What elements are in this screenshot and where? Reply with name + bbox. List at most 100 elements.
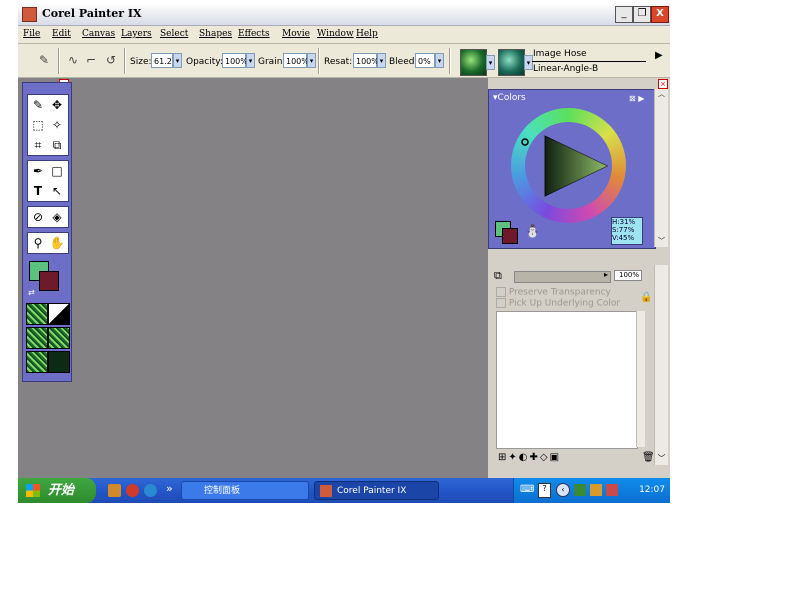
gradient-selector-icon[interactable] bbox=[48, 303, 70, 325]
canvas-workspace[interactable] bbox=[18, 78, 488, 478]
layer-commands-icon[interactable]: ⊞ bbox=[498, 452, 508, 463]
weaving-selector-icon[interactable] bbox=[48, 327, 70, 349]
layers-list[interactable] bbox=[496, 311, 638, 449]
selector-menu-arrow-icon[interactable]: ▶ bbox=[655, 50, 663, 61]
bleed-dropdown-arrow-icon[interactable]: ▾ bbox=[435, 53, 444, 68]
grabber-hand-icon[interactable]: ✋ bbox=[48, 234, 66, 252]
maximize-button[interactable]: ❐ bbox=[633, 6, 651, 23]
shape-selection-icon[interactable]: ↖ bbox=[48, 182, 66, 200]
lock-layer-icon[interactable]: 🔒 bbox=[640, 292, 652, 303]
brush-category-dropdown-icon[interactable]: ▾ bbox=[486, 55, 495, 70]
grain-label: Grain: bbox=[258, 57, 286, 67]
look-selector-icon[interactable] bbox=[48, 351, 70, 373]
dynamic-plugins-icon[interactable]: ✦ bbox=[508, 452, 518, 463]
menu-canvas[interactable]: Canvas bbox=[82, 29, 115, 39]
scroll-up-icon[interactable]: ︿ bbox=[655, 89, 668, 99]
menu-layers[interactable]: Layers bbox=[121, 29, 152, 39]
magic-wand-icon[interactable]: ✧ bbox=[48, 116, 66, 134]
task-corel-painter[interactable]: Corel Painter IX bbox=[314, 481, 439, 500]
grain-field[interactable]: 100% bbox=[283, 53, 309, 68]
additional-color-swatch[interactable] bbox=[39, 271, 59, 291]
text-tool-icon[interactable]: T bbox=[29, 182, 47, 200]
quicklaunch-app-icon[interactable] bbox=[108, 484, 121, 497]
opacity-field[interactable]: 100% bbox=[222, 53, 248, 68]
layers-list-scrollbar[interactable] bbox=[636, 311, 645, 447]
new-layer-icon[interactable]: ✚ bbox=[530, 452, 540, 463]
scroll-down-icon[interactable]: ﹀ bbox=[655, 236, 668, 246]
colors-panel-title: Colors bbox=[497, 93, 526, 103]
preserve-transparency-checkbox[interactable] bbox=[496, 287, 506, 297]
menu-file[interactable]: File bbox=[23, 29, 40, 39]
bleed-field[interactable]: 0% bbox=[415, 53, 435, 68]
brush-variant-dropdown-icon[interactable]: ▾ bbox=[524, 55, 533, 70]
help-icon[interactable]: ? bbox=[538, 483, 551, 498]
opacity-dropdown-arrow-icon[interactable]: ▾ bbox=[246, 53, 255, 68]
straight-line-stroke-icon[interactable]: ⌐ bbox=[83, 52, 99, 68]
layer-adjuster-tool-icon[interactable]: ✥ bbox=[48, 96, 66, 114]
pick-underlying-checkbox[interactable] bbox=[496, 298, 506, 308]
freehand-stroke-icon[interactable]: ∿ bbox=[65, 52, 81, 68]
painter-app-icon[interactable] bbox=[22, 7, 37, 22]
menu-effects[interactable]: Effects bbox=[238, 29, 270, 39]
start-button[interactable]: 开始 bbox=[18, 478, 96, 503]
colors-panel: ▾Colors ⊠ ▶ ⛄ H:31% S:77% V:45% bbox=[488, 89, 656, 249]
minimize-button[interactable]: _ bbox=[615, 6, 633, 23]
close-button[interactable]: X bbox=[651, 6, 669, 23]
layers-panel-scrollbar[interactable]: ﹀ bbox=[654, 265, 668, 465]
layer-effects-icon[interactable]: ◇ bbox=[540, 452, 550, 463]
title-bar[interactable]: Corel Painter IX _ ❐ X bbox=[18, 3, 670, 26]
delete-layer-icon[interactable]: 🗑 bbox=[642, 452, 655, 463]
palette-close-icon[interactable]: × bbox=[658, 79, 668, 89]
rectangular-selection-icon[interactable]: ⬚ bbox=[29, 116, 47, 134]
colors-additional-swatch[interactable] bbox=[502, 228, 518, 244]
brush-tool-icon[interactable]: ✎ bbox=[29, 96, 47, 114]
crop-tool-icon[interactable]: ⌗ bbox=[29, 136, 47, 154]
tray-security-icon[interactable] bbox=[590, 484, 602, 496]
task-control-panel[interactable]: 控制面板 bbox=[181, 481, 309, 500]
paint-bucket-icon[interactable]: ◈ bbox=[48, 208, 66, 226]
brush-category-icon[interactable] bbox=[460, 49, 487, 76]
resat-dropdown-arrow-icon[interactable]: ▾ bbox=[377, 53, 386, 68]
layer-opacity-field[interactable]: 100% bbox=[614, 270, 642, 281]
transform-tool-icon[interactable]: ⧉ bbox=[48, 136, 66, 154]
menu-help[interactable]: Help bbox=[356, 29, 378, 39]
layers-panel-icon[interactable]: ⧉ bbox=[494, 269, 502, 283]
quicklaunch-chevron-icon[interactable]: » bbox=[166, 482, 173, 495]
colors-panel-scrollbar[interactable]: ︿ ﹀ bbox=[654, 89, 668, 247]
brush-variant-icon[interactable] bbox=[498, 49, 525, 76]
brush-tool-icon[interactable]: ✎ bbox=[36, 52, 52, 68]
paper-selector-icon[interactable] bbox=[26, 303, 48, 325]
rectangle-shape-icon[interactable]: □ bbox=[48, 162, 66, 180]
menu-movie[interactable]: Movie bbox=[282, 29, 310, 39]
menu-select[interactable]: Select bbox=[160, 29, 188, 39]
new-layer-from-icon[interactable]: ▣ bbox=[550, 452, 561, 463]
size-field[interactable]: 61.2 bbox=[151, 53, 173, 68]
clone-color-icon[interactable]: ⛄ bbox=[525, 224, 540, 238]
pen-tool-icon[interactable]: ✒ bbox=[29, 162, 47, 180]
quicklaunch-browser-icon[interactable] bbox=[126, 484, 139, 497]
menu-window[interactable]: Window bbox=[317, 29, 354, 39]
menu-edit[interactable]: Edit bbox=[52, 29, 71, 39]
layers-scroll-down-icon[interactable]: ﹀ bbox=[655, 453, 668, 464]
magnifier-icon[interactable]: ⚲ bbox=[29, 234, 47, 252]
resat-field[interactable]: 100% bbox=[353, 53, 379, 68]
tray-expand-icon[interactable]: ‹ bbox=[556, 483, 570, 497]
keyboard-icon[interactable]: ⌨ bbox=[520, 484, 534, 495]
swap-colors-icon[interactable]: ⇄ bbox=[28, 288, 35, 297]
nozzle-selector-icon[interactable] bbox=[26, 351, 48, 373]
tray-volume-icon[interactable] bbox=[606, 484, 618, 496]
panel-menu-icon[interactable]: ⊠ ▶ bbox=[629, 94, 644, 103]
size-dropdown-arrow-icon[interactable]: ▾ bbox=[173, 53, 182, 68]
menu-shapes[interactable]: Shapes bbox=[199, 29, 232, 39]
pattern-selector-icon[interactable] bbox=[26, 327, 48, 349]
reset-tool-icon[interactable]: ↺ bbox=[103, 52, 119, 68]
quicklaunch-ie-icon[interactable] bbox=[144, 484, 157, 497]
composite-dropdown-arrow-icon[interactable]: ▸ bbox=[604, 270, 608, 279]
separator bbox=[124, 48, 126, 74]
dropper-tool-icon[interactable]: ⊘ bbox=[29, 208, 47, 226]
saturation-value-triangle[interactable] bbox=[511, 108, 626, 223]
tray-network-icon[interactable] bbox=[574, 484, 586, 496]
composite-method-dropdown[interactable]: ▸ bbox=[514, 270, 611, 283]
grain-dropdown-arrow-icon[interactable]: ▾ bbox=[307, 53, 316, 68]
create-layer-mask-icon[interactable]: ◐ bbox=[519, 452, 530, 463]
